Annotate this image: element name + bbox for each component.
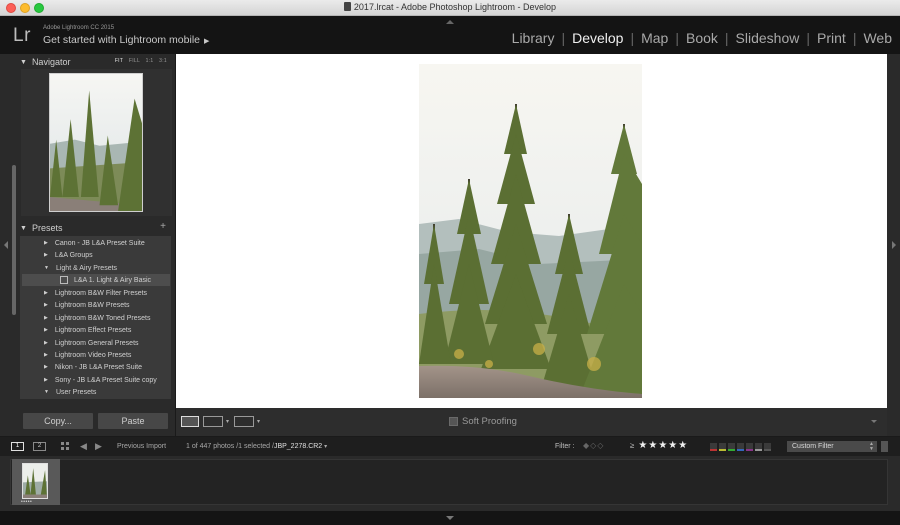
paste-settings-button[interactable]: Paste (97, 412, 169, 430)
preset-folder[interactable]: ▶ Lightroom Video Presets (22, 349, 170, 361)
main-photo[interactable] (419, 64, 642, 398)
presets-header[interactable]: ▼ Presets + (20, 221, 173, 235)
expand-triangle-icon: ▶ (44, 352, 48, 358)
flag-filter-icons[interactable]: ◆◇◇ (583, 441, 604, 450)
copy-settings-button[interactable]: Copy... (22, 412, 94, 430)
zoom-1-1[interactable]: 1:1 (146, 58, 154, 64)
grid-view-icon[interactable] (61, 442, 71, 451)
photo-count[interactable]: 1 of 447 photos /1 selected /JBP_2278.CR… (186, 443, 327, 450)
navigator-header[interactable]: ▼ Navigator FIT FILL 1:1 3:1 (20, 55, 173, 69)
play-triangle-icon: ▶ (204, 38, 210, 45)
navigator-zoom-options: FIT FILL 1:1 3:1 (111, 58, 167, 64)
collapse-top-arrow-icon[interactable] (446, 20, 454, 24)
module-print[interactable]: Print (817, 30, 846, 46)
preset-folder[interactable]: ▼ Light & Airy Presets (22, 262, 170, 274)
window-title: 2017.lrcat - Adobe Photoshop Lightroom -… (0, 2, 900, 12)
filter-label: Filter : (555, 443, 575, 450)
preset-document-icon (60, 276, 68, 284)
collapse-bottom-arrow-icon[interactable] (446, 516, 454, 520)
chevron-down-icon: ▾ (324, 444, 328, 450)
collapse-triangle-icon: ▼ (20, 224, 27, 232)
filmstrip-bar: 1 2 ◀ ▶ Previous Import 1 of 447 photos … (0, 437, 900, 456)
filmstrip-track[interactable] (10, 459, 888, 505)
expand-triangle-icon: ▶ (44, 290, 48, 296)
zoom-3-1[interactable]: 3:1 (159, 58, 167, 64)
zoom-fit[interactable]: FIT (115, 58, 123, 64)
forward-arrow-icon[interactable]: ▶ (95, 441, 102, 452)
preset-folder[interactable]: ▶ Nikon - JB L&A Preset Suite (22, 361, 170, 373)
module-book[interactable]: Book (686, 30, 718, 46)
mobile-prompt[interactable]: Get started with Lightroom mobile ▶ (43, 34, 209, 46)
module-picker: Library | Develop | Map | Book | Slidesh… (511, 30, 892, 46)
preset-folder[interactable]: ▶ Lightroom B&W Toned Presets (22, 312, 170, 324)
zoom-fill[interactable]: FILL (129, 58, 140, 64)
back-arrow-icon[interactable]: ◀ (80, 441, 87, 452)
expand-triangle-icon: ▶ (44, 364, 48, 370)
toolbar-menu-icon[interactable] (871, 420, 877, 423)
before-after-lr-button[interactable] (203, 416, 223, 427)
expand-triangle-icon: ▶ (44, 252, 48, 258)
preset-folder[interactable]: ▼ User Presets (22, 386, 170, 398)
color-label-filter[interactable] (710, 443, 773, 451)
module-develop[interactable]: Develop (572, 30, 623, 46)
primary-window-button[interactable]: 1 (11, 442, 24, 451)
preset-item[interactable]: L&A 1. Light & Airy Basic (22, 274, 170, 286)
module-map[interactable]: Map (641, 30, 668, 46)
develop-toolbar: ▾ ▾ Soft Proofing (176, 408, 887, 436)
navigator-thumbnail[interactable] (49, 73, 143, 212)
expand-triangle-icon: ▶ (44, 327, 48, 333)
soft-proofing-checkbox[interactable] (449, 417, 458, 426)
collapse-triangle-icon: ▼ (44, 265, 49, 271)
expand-triangle-icon: ▶ (44, 340, 48, 346)
module-library[interactable]: Library (512, 30, 555, 46)
add-preset-button[interactable]: + (160, 221, 166, 232)
updown-icon: ▲ ▼ (869, 441, 874, 452)
filmstrip-source[interactable]: Previous Import (117, 443, 166, 450)
before-after-swap-button[interactable] (234, 416, 254, 427)
window-title-bar: 2017.lrcat - Adobe Photoshop Lightroom -… (0, 0, 900, 16)
secondary-window-button[interactable]: 2 (33, 442, 46, 451)
module-slideshow[interactable]: Slideshow (736, 30, 800, 46)
filmstrip-thumbnail[interactable] (22, 463, 48, 499)
preset-folder[interactable]: ▶ Lightroom B&W Presets (22, 299, 170, 311)
expand-triangle-icon: ▶ (44, 302, 48, 308)
chevron-down-icon[interactable]: ▾ (226, 418, 229, 425)
rating-filter[interactable]: ≥ ★★★★★ (630, 440, 688, 451)
collapse-left-arrow-icon[interactable] (4, 241, 8, 249)
left-panel-scrollbar[interactable] (12, 165, 16, 315)
preset-folder[interactable]: ▶ Lightroom General Presets (22, 337, 170, 349)
collapse-triangle-icon: ▼ (20, 58, 27, 66)
loupe-view-button[interactable] (181, 416, 199, 427)
filter-lock-icon[interactable] (881, 441, 888, 452)
document-icon (343, 2, 351, 11)
module-bar: Lr Adobe Lightroom CC 2015 Get started w… (0, 16, 900, 54)
preset-folder[interactable]: ▶ Lightroom Effect Presets (22, 324, 170, 336)
lightroom-logo: Lr (13, 25, 31, 46)
module-web[interactable]: Web (863, 30, 892, 46)
custom-filter-select[interactable]: Custom Filter ▲ ▼ (787, 441, 877, 452)
expand-triangle-icon: ▶ (44, 377, 48, 383)
collapse-right-arrow-icon[interactable] (892, 241, 896, 249)
soft-proofing-label: Soft Proofing (462, 416, 517, 427)
preset-folder[interactable]: ▶ Canon - JB L&A Preset Suite (22, 237, 170, 249)
expand-triangle-icon: ▶ (44, 315, 48, 321)
expand-triangle-icon: ▶ (44, 240, 48, 246)
thumbnail-rating: ••••• (21, 499, 33, 505)
copy-paste-bar: Copy... Paste (20, 412, 173, 432)
app-version: Adobe Lightroom CC 2015 (43, 25, 115, 31)
preset-folder[interactable]: ▶ L&A Groups (22, 249, 170, 261)
collapse-triangle-icon: ▼ (44, 389, 49, 395)
preset-folder[interactable]: ▶ Lightroom B&W Filter Presets (22, 287, 170, 299)
chevron-down-icon[interactable]: ▾ (257, 418, 260, 425)
preset-folder[interactable]: ▶ Sony - JB L&A Preset Suite copy (22, 374, 170, 386)
